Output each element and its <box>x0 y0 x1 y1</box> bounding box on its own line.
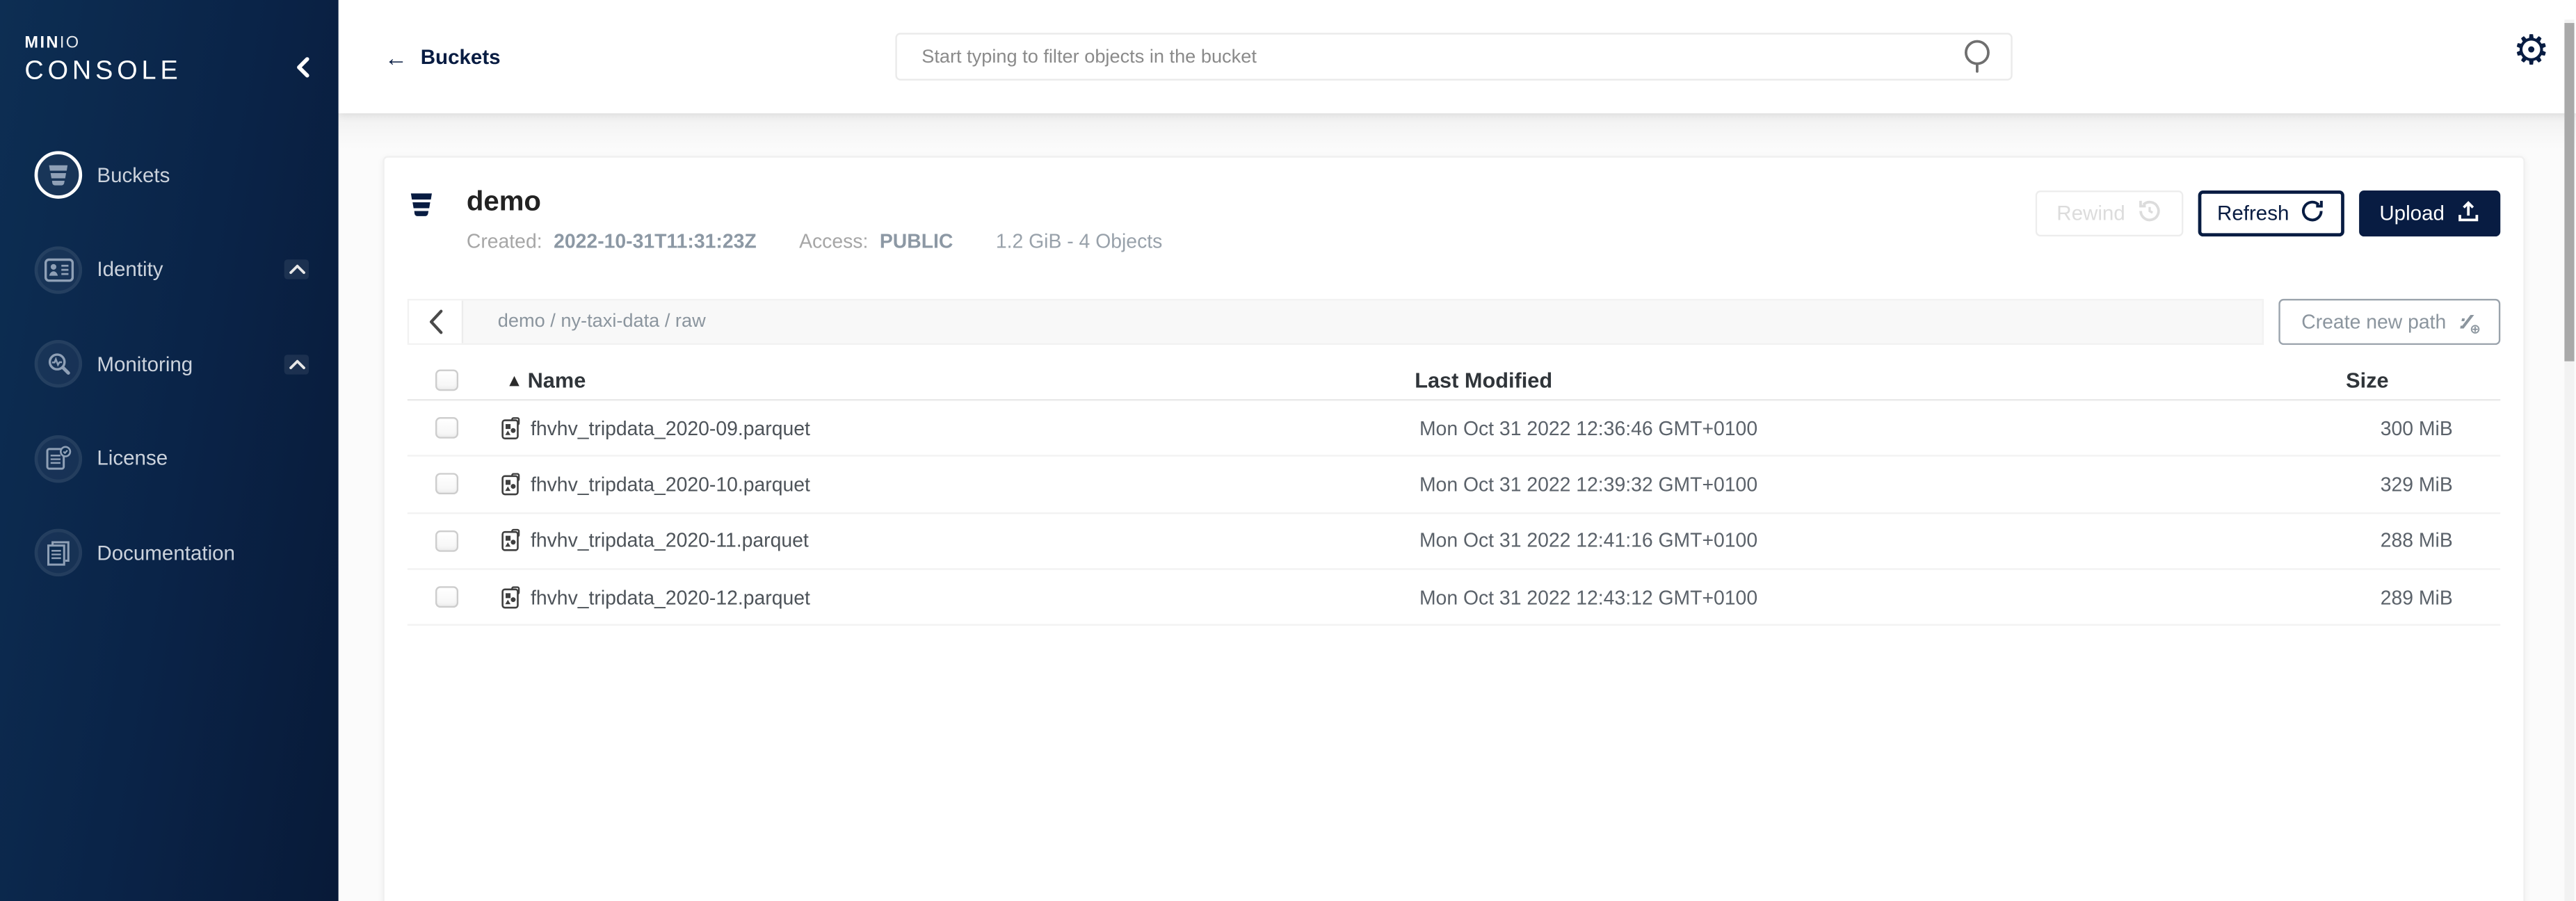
logo-text-io: IO <box>60 35 81 53</box>
sidebar-item-identity[interactable]: Identity <box>0 222 339 317</box>
minio-console-window: MINIO CONSOLE Buckets <box>0 0 2576 901</box>
object-size: 300 MiB <box>2305 416 2453 439</box>
bucket-actions: Rewind Refresh <box>2036 190 2501 269</box>
object-size: 329 MiB <box>2305 473 2453 496</box>
sidebar-item-buckets[interactable]: Buckets <box>0 128 339 222</box>
search-icon <box>1961 38 1994 75</box>
object-size: 289 MiB <box>2305 585 2453 608</box>
access-label: Access: <box>799 230 868 253</box>
logo-text-min: MIN <box>24 35 59 53</box>
filter-objects-searchbox <box>895 33 2012 81</box>
object-last-modified: Mon Oct 31 2022 12:39:32 GMT+0100 <box>1419 473 2305 496</box>
refresh-button[interactable]: Refresh <box>2198 190 2345 236</box>
sidebar-item-label: Documentation <box>97 542 235 565</box>
parquet-file-icon <box>501 473 520 496</box>
page-scrollbar-track <box>2564 19 2574 901</box>
sidebar-item-monitoring[interactable]: Monitoring <box>0 317 339 412</box>
created-label: Created: <box>467 230 542 253</box>
rewind-icon <box>2136 199 2161 229</box>
bucket-icon <box>408 190 435 269</box>
object-size: 288 MiB <box>2305 529 2453 552</box>
sidebar-item-documentation[interactable]: Documentation <box>0 506 339 601</box>
sidebar-item-license[interactable]: License <box>0 412 339 506</box>
refresh-icon <box>2301 199 2325 229</box>
row-checkbox[interactable] <box>435 530 458 551</box>
column-header-name[interactable]: Name <box>528 368 1415 392</box>
row-checkbox[interactable] <box>435 586 458 608</box>
chevron-up-icon[interactable] <box>284 260 309 279</box>
row-checkbox[interactable] <box>435 473 458 495</box>
sidebar-item-label: License <box>97 447 168 470</box>
identity-icon <box>35 246 83 294</box>
sidebar-nav: Buckets Identity <box>0 128 339 600</box>
bucket-usage-summary: 1.2 GiB - 4 Objects <box>996 230 1162 253</box>
table-row[interactable]: fhvhv_tripdata_2020-10.parquet Mon Oct 3… <box>408 457 2500 513</box>
search-input[interactable] <box>897 47 1962 66</box>
object-last-modified: Mon Oct 31 2022 12:41:16 GMT+0100 <box>1419 529 2305 552</box>
table-row[interactable]: fhvhv_tripdata_2020-11.parquet Mon Oct 3… <box>408 513 2500 569</box>
bucket-header: demo Created: 2022-10-31T11:31:23Z Access:… <box>408 187 2500 269</box>
rewind-button[interactable]: Rewind <box>2036 190 2183 236</box>
breadcrumb-path[interactable]: demo / ny-taxi-data / raw <box>498 312 706 332</box>
create-new-path-button[interactable]: Create new path :∕∕⊕ <box>2278 299 2500 345</box>
new-path-icon: :∕∕⊕ <box>2459 310 2477 333</box>
main-content: demo Created: 2022-10-31T11:31:23Z Access:… <box>339 113 2576 901</box>
back-label: Buckets <box>421 45 501 68</box>
created-value: 2022-10-31T11:31:23Z <box>554 230 757 253</box>
sidebar-collapse-icon[interactable] <box>292 56 315 79</box>
sidebar-item-label: Monitoring <box>97 352 193 375</box>
breadcrumb-bar: demo / ny-taxi-data / raw <box>408 299 2264 345</box>
object-name[interactable]: fhvhv_tripdata_2020-09.parquet <box>531 416 1419 439</box>
license-icon <box>35 435 83 482</box>
buckets-icon <box>35 152 83 200</box>
table-header-row: ▲ Name Last Modified Size <box>408 362 2500 401</box>
bucket-name-title: demo <box>467 187 1162 215</box>
object-last-modified: Mon Oct 31 2022 12:36:46 GMT+0100 <box>1419 416 2305 439</box>
row-checkbox[interactable] <box>435 417 458 439</box>
minio-console-logo: MINIO CONSOLE <box>24 36 182 86</box>
documentation-icon <box>35 529 83 577</box>
bucket-meta: Created: 2022-10-31T11:31:23Z Access: PUBLI… <box>467 230 1162 253</box>
topbar: ← Buckets ⚙ <box>339 0 2576 113</box>
access-value: PUBLIC <box>880 230 953 253</box>
sidebar-item-label: Identity <box>97 258 163 281</box>
upload-icon <box>2456 199 2480 229</box>
logo-text-console: CONSOLE <box>24 59 182 86</box>
objects-table: ▲ Name Last Modified Size <box>408 362 2500 626</box>
sidebar-item-label: Buckets <box>97 164 170 187</box>
page-scrollbar-thumb[interactable] <box>2564 23 2574 362</box>
object-name[interactable]: fhvhv_tripdata_2020-10.parquet <box>531 473 1419 496</box>
object-name[interactable]: fhvhv_tripdata_2020-11.parquet <box>531 529 1419 552</box>
parquet-file-icon <box>501 416 520 439</box>
bucket-browser-card: demo Created: 2022-10-31T11:31:23Z Access:… <box>383 156 2525 901</box>
column-header-last-modified: Last Modified <box>1415 368 2346 392</box>
object-name[interactable]: fhvhv_tripdata_2020-12.parquet <box>531 585 1419 608</box>
settings-gear-icon[interactable]: ⚙ <box>2513 30 2550 71</box>
column-header-size: Size <box>2346 368 2388 392</box>
table-row[interactable]: fhvhv_tripdata_2020-09.parquet Mon Oct 3… <box>408 400 2500 457</box>
parquet-file-icon <box>501 585 520 608</box>
select-all-checkbox[interactable] <box>435 369 458 391</box>
sort-ascending-icon: ▲ <box>509 373 520 387</box>
monitoring-icon <box>35 341 83 389</box>
chevron-up-icon[interactable] <box>284 355 309 374</box>
path-back-chevron[interactable] <box>409 300 463 343</box>
object-last-modified: Mon Oct 31 2022 12:43:12 GMT+0100 <box>1419 585 2305 608</box>
back-to-buckets-link[interactable]: ← Buckets <box>385 0 501 113</box>
table-row[interactable]: fhvhv_tripdata_2020-12.parquet Mon Oct 3… <box>408 569 2500 626</box>
sidebar: MINIO CONSOLE Buckets <box>0 0 339 901</box>
upload-button[interactable]: Upload <box>2360 190 2500 236</box>
parquet-file-icon <box>501 529 520 552</box>
back-arrow-icon: ← <box>385 44 408 70</box>
path-navigation-row: demo / ny-taxi-data / raw Create new pat… <box>408 299 2500 345</box>
